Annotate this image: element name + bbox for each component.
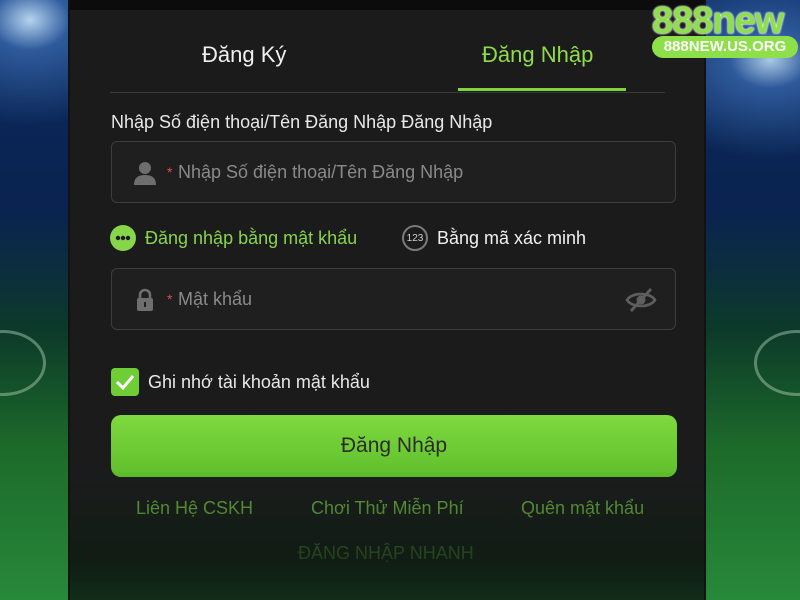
brand-logo: 888new 888NEW.US.ORG [652,0,800,62]
field-marking-left [0,330,46,396]
remember-checkbox[interactable] [111,368,139,396]
panel-top-bar [70,0,704,10]
user-icon [134,162,156,185]
password-placeholder: Mật khẩu [178,289,253,309]
username-label: Nhập Số điện thoại/Tên Đăng Nhập Đăng Nh… [111,112,493,132]
active-tab-indicator [458,88,626,91]
login-panel: Đăng Ký Đăng Nhập Nhập Số điện thoại/Tên… [70,0,704,600]
required-mark: * [167,164,173,180]
auth-tabs: Đăng Ký Đăng Nhập [110,22,665,93]
forgot-password-link[interactable]: Quên mật khẩu [521,498,644,519]
bottom-shade [70,470,704,600]
brand-url: 888NEW.US.ORG [652,36,798,58]
field-marking-right [754,330,800,396]
quick-login-heading: ĐĂNG NHẬP NHANH [298,543,474,563]
lock-icon [137,288,153,311]
free-trial-link[interactable]: Chơi Thử Miễn Phí [311,498,464,519]
mode-password-label: Đăng nhập bằng mật khẩu [145,227,358,248]
eye-off-icon[interactable] [625,286,657,314]
tab-login[interactable]: Đăng Nhập [482,42,593,68]
username-field[interactable]: * Nhập Số điện thoại/Tên Đăng Nhập [111,141,676,203]
mode-code-option[interactable]: 123 Bằng mã xác minh [402,225,586,251]
support-link[interactable]: Liên Hệ CSKH [136,498,253,519]
remember-option[interactable]: Ghi nhớ tài khoản mật khẩu [111,368,370,396]
password-mode-icon [110,225,136,251]
remember-label: Ghi nhớ tài khoản mật khẩu [148,371,370,392]
username-placeholder: Nhập Số điện thoại/Tên Đăng Nhập [178,162,464,182]
check-icon [115,375,135,390]
password-field[interactable]: * Mật khẩu [111,268,676,330]
mode-password-option[interactable]: Đăng nhập bằng mật khẩu [110,225,357,251]
code-mode-icon: 123 [402,225,428,251]
mode-code-label: Bằng mã xác minh [437,227,587,248]
login-button[interactable]: Đăng Nhập [111,415,677,477]
required-mark: * [167,291,173,307]
tab-register[interactable]: Đăng Ký [202,42,286,68]
